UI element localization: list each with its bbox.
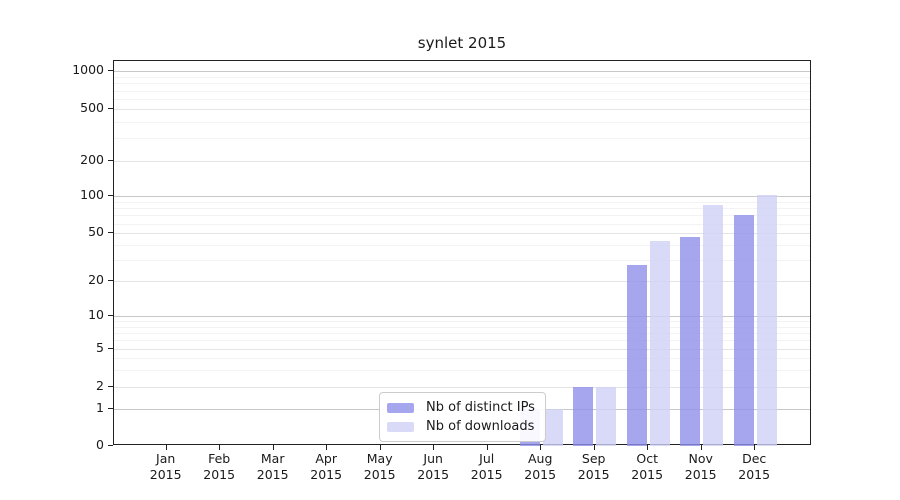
legend: Nb of distinct IPs Nb of downloads: [379, 392, 546, 442]
xtick-label-mar: Mar2015: [246, 451, 300, 483]
chart-title: synlet 2015: [113, 34, 811, 52]
xtick-year-dec: 2015: [727, 467, 781, 483]
xtick-month-jan: Jan: [139, 451, 193, 467]
ytick-label-2: 2: [38, 378, 104, 394]
xtick-month-apr: Apr: [299, 451, 353, 467]
xtick-label-jun: Jun2015: [406, 451, 460, 483]
xtick-year-oct: 2015: [620, 467, 674, 483]
xtick-mark-sep: [594, 445, 595, 450]
xtick-year-mar: 2015: [246, 467, 300, 483]
gridline-minor-700: [114, 91, 810, 92]
legend-swatch-distinct-ips: [387, 403, 414, 413]
xtick-label-dec: Dec2015: [727, 451, 781, 483]
xtick-month-dec: Dec: [727, 451, 781, 467]
ytick-mark-5: [108, 348, 113, 349]
gridline-minor-300: [114, 138, 810, 139]
bar-downloads-oct: [650, 241, 670, 446]
xtick-year-jun: 2015: [406, 467, 460, 483]
xtick-year-nov: 2015: [674, 467, 728, 483]
gridline-minor-600: [114, 99, 810, 100]
gridline-100: [114, 196, 810, 197]
xtick-month-may: May: [353, 451, 407, 467]
xtick-month-oct: Oct: [620, 451, 674, 467]
xtick-mark-aug: [540, 445, 541, 450]
xtick-year-jan: 2015: [139, 467, 193, 483]
gridline-minor-800: [114, 83, 810, 84]
xtick-mark-nov: [701, 445, 702, 450]
xtick-mark-apr: [326, 445, 327, 450]
bar-ips-dec: [734, 215, 754, 445]
ytick-label-100: 100: [38, 187, 104, 203]
gridline-500: [114, 109, 810, 110]
xtick-year-may: 2015: [353, 467, 407, 483]
xtick-mark-oct: [647, 445, 648, 450]
xtick-mark-jun: [433, 445, 434, 450]
gridline-minor-400: [114, 122, 810, 123]
xtick-month-sep: Sep: [567, 451, 621, 467]
xtick-month-aug: Aug: [513, 451, 567, 467]
ytick-mark-50: [108, 232, 113, 233]
legend-label-distinct-ips: Nb of distinct IPs: [426, 400, 535, 415]
xtick-mark-dec: [754, 445, 755, 450]
plot-area: Nb of distinct IPs Nb of downloads: [113, 60, 811, 445]
ytick-label-1: 1: [38, 400, 104, 416]
ytick-label-10: 10: [38, 307, 104, 323]
xtick-month-jun: Jun: [406, 451, 460, 467]
ytick-label-20: 20: [38, 272, 104, 288]
xtick-month-jul: Jul: [460, 451, 514, 467]
xtick-year-jul: 2015: [460, 467, 514, 483]
ytick-mark-1000: [108, 70, 113, 71]
bar-downloads-dec: [757, 195, 777, 446]
xtick-label-sep: Sep2015: [567, 451, 621, 483]
xtick-mark-jul: [487, 445, 488, 450]
xtick-mark-mar: [273, 445, 274, 450]
ytick-mark-100: [108, 195, 113, 196]
xtick-month-mar: Mar: [246, 451, 300, 467]
bar-ips-nov: [680, 237, 700, 446]
xtick-label-jan: Jan2015: [139, 451, 193, 483]
xtick-year-apr: 2015: [299, 467, 353, 483]
ytick-mark-500: [108, 108, 113, 109]
ytick-mark-10: [108, 315, 113, 316]
ytick-label-50: 50: [38, 224, 104, 240]
ytick-label-200: 200: [38, 152, 104, 168]
gridline-1000: [114, 71, 810, 72]
xtick-mark-jan: [166, 445, 167, 450]
xtick-mark-may: [380, 445, 381, 450]
xtick-year-sep: 2015: [567, 467, 621, 483]
legend-item-downloads: Nb of downloads: [387, 417, 535, 436]
xtick-label-aug: Aug2015: [513, 451, 567, 483]
xtick-year-feb: 2015: [192, 467, 246, 483]
xtick-label-feb: Feb2015: [192, 451, 246, 483]
bar-downloads-sep: [596, 387, 616, 446]
legend-item-distinct-ips: Nb of distinct IPs: [387, 398, 535, 417]
figure: synlet 2015 Nb of distinct IPs Nb of dow…: [0, 0, 900, 500]
xtick-mark-feb: [219, 445, 220, 450]
ytick-mark-200: [108, 160, 113, 161]
gridline-minor-90: [114, 202, 810, 203]
ytick-mark-20: [108, 280, 113, 281]
xtick-label-may: May2015: [353, 451, 407, 483]
ytick-label-0: 0: [38, 437, 104, 453]
legend-label-downloads: Nb of downloads: [426, 419, 534, 434]
bar-ips-sep: [573, 387, 593, 446]
xtick-label-apr: Apr2015: [299, 451, 353, 483]
gridline-minor-900: [114, 77, 810, 78]
ytick-mark-1: [108, 408, 113, 409]
xtick-label-nov: Nov2015: [674, 451, 728, 483]
xtick-label-oct: Oct2015: [620, 451, 674, 483]
xtick-month-nov: Nov: [674, 451, 728, 467]
gridline-200: [114, 161, 810, 162]
ytick-mark-0: [108, 445, 113, 446]
ytick-mark-2: [108, 386, 113, 387]
bar-ips-oct: [627, 265, 647, 445]
ytick-label-1000: 1000: [38, 62, 104, 78]
ytick-label-500: 500: [38, 100, 104, 116]
xtick-label-jul: Jul2015: [460, 451, 514, 483]
ytick-label-5: 5: [38, 340, 104, 356]
xtick-month-feb: Feb: [192, 451, 246, 467]
legend-swatch-downloads: [387, 422, 414, 432]
bar-downloads-nov: [703, 205, 723, 446]
xtick-year-aug: 2015: [513, 467, 567, 483]
